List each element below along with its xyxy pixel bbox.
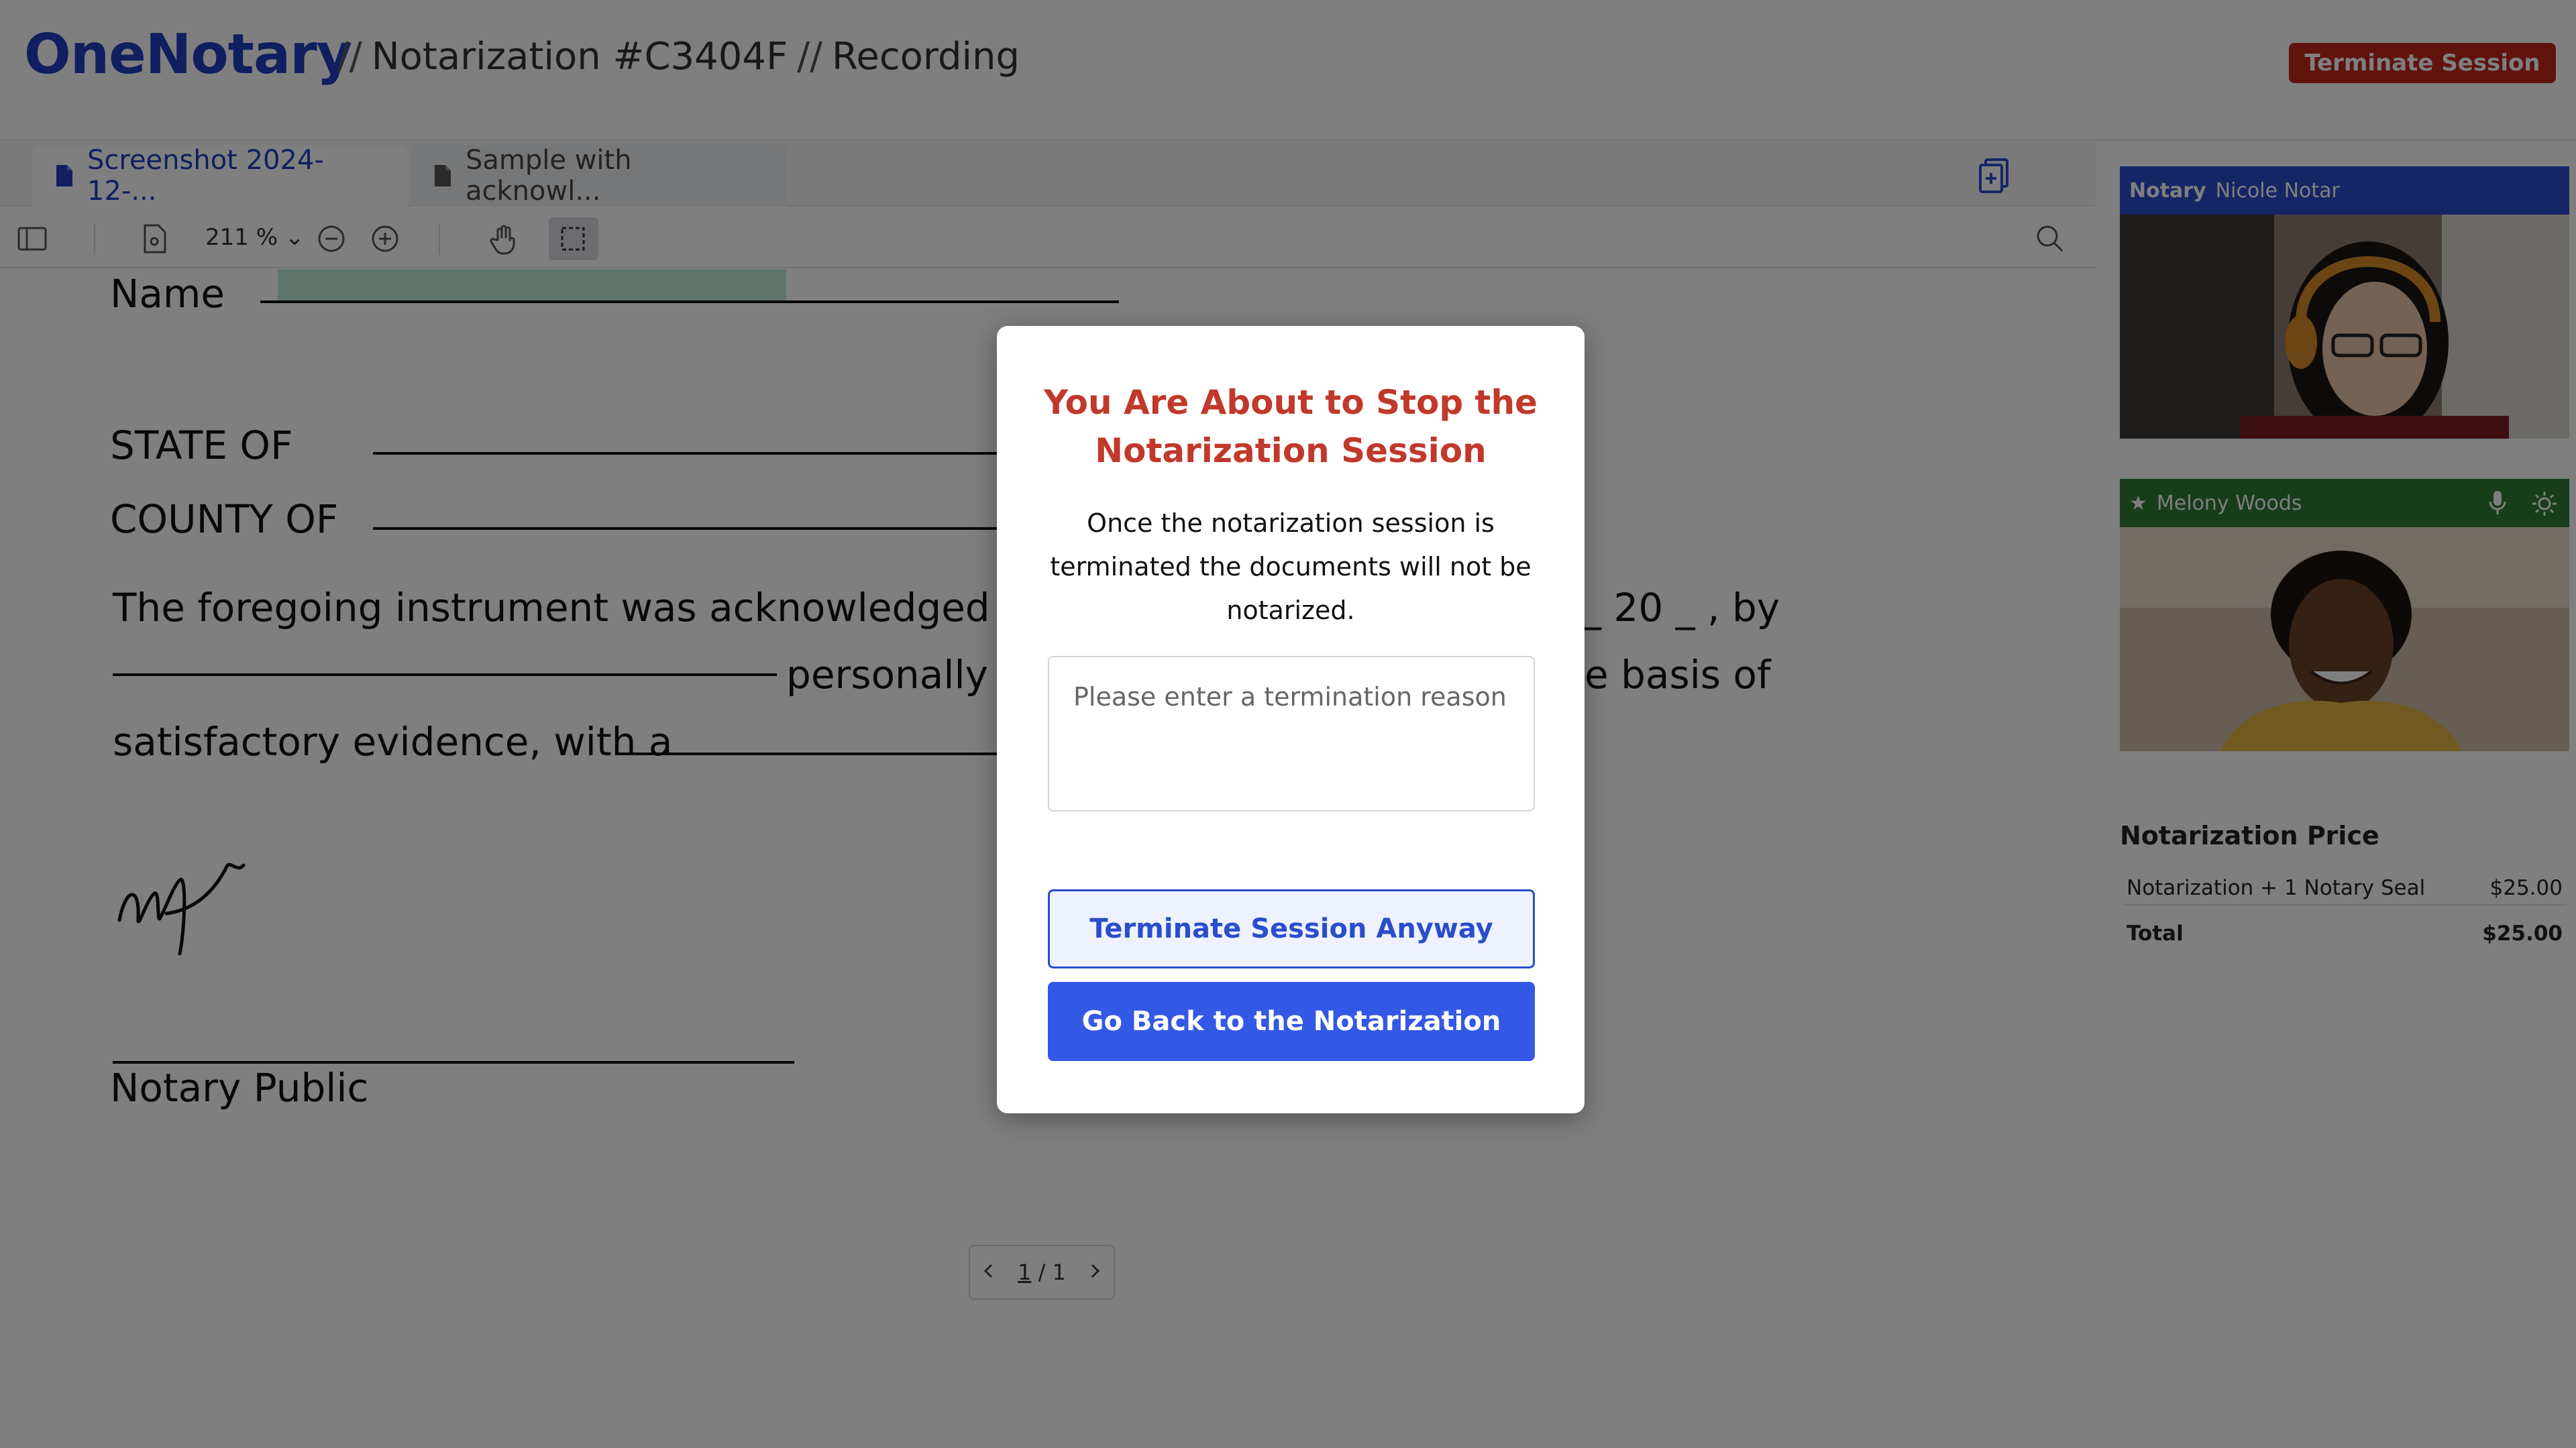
terminate-confirmation-dialog: You Are About to Stop the Notarization S… xyxy=(997,326,1585,1113)
dialog-title: You Are About to Stop the Notarization S… xyxy=(1044,383,1538,470)
go-back-button[interactable]: Go Back to the Notarization xyxy=(1048,982,1535,1061)
termination-reason-input[interactable] xyxy=(1048,656,1535,812)
dialog-message: Once the notarization session is termina… xyxy=(1050,508,1532,625)
terminate-anyway-button[interactable]: Terminate Session Anyway xyxy=(1048,889,1535,968)
